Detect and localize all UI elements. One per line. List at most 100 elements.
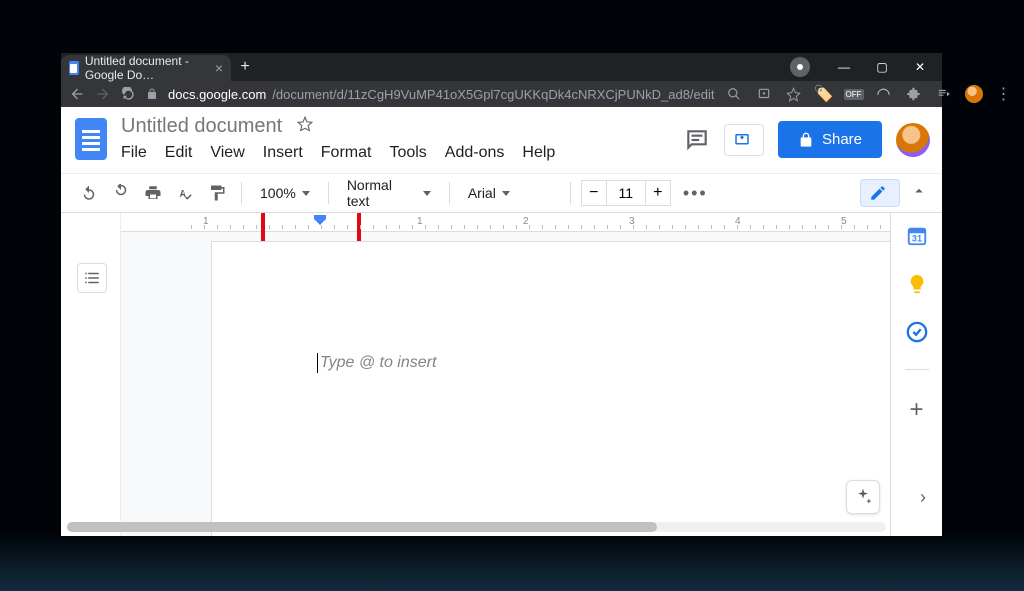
horizontal-scrollbar[interactable] (67, 522, 886, 532)
more-toolbar-button[interactable]: ••• (675, 183, 716, 204)
increase-font-size-button[interactable]: + (645, 180, 671, 206)
keep-app-icon[interactable] (906, 273, 928, 295)
document-page[interactable] (211, 241, 890, 536)
horizontal-ruler[interactable]: 1 1 2 3 4 5 (121, 213, 890, 232)
reading-list-icon[interactable] (935, 85, 953, 103)
style-value: Normal text (347, 177, 417, 209)
ruler-tick (581, 225, 582, 229)
chrome-window: Untitled document - Google Do… × + — ▢ ✕… (61, 53, 942, 536)
ruler-tick (867, 225, 868, 229)
ruler-tick (659, 225, 660, 229)
ruler-tick (737, 225, 738, 229)
close-tab-icon[interactable]: × (215, 60, 223, 76)
paragraph-style-dropdown[interactable]: Normal text (339, 179, 439, 207)
ruler-tick (477, 225, 478, 229)
indent-marker-icon[interactable] (314, 215, 326, 227)
present-button[interactable] (724, 124, 764, 156)
share-button[interactable]: Share (778, 121, 882, 158)
menu-tools[interactable]: Tools (389, 144, 426, 162)
install-app-icon[interactable] (755, 85, 773, 103)
document-outline-button[interactable] (77, 263, 107, 293)
ruler-tick (282, 225, 283, 229)
document-title[interactable]: Untitled document (121, 115, 282, 138)
ruler-tick (451, 225, 452, 229)
lock-icon[interactable] (146, 85, 158, 103)
ruler-tick (698, 225, 699, 229)
menu-view[interactable]: View (210, 144, 244, 162)
editing-mode-button[interactable] (860, 179, 900, 207)
collapse-toolbar-button[interactable] (910, 182, 928, 205)
zoom-dropdown[interactable]: 100% (252, 179, 318, 207)
ruler-tick (789, 225, 790, 229)
ruler-tick (464, 225, 465, 229)
ruler-tick (399, 225, 400, 229)
explore-button[interactable] (846, 480, 880, 514)
ruler-tick (295, 225, 296, 229)
reload-button[interactable] (121, 85, 136, 103)
font-size-input[interactable]: 11 (607, 180, 645, 206)
ruler-tick (841, 225, 842, 229)
hide-side-panel-button[interactable]: › (920, 487, 926, 508)
profile-avatar-icon[interactable] (965, 85, 983, 103)
bookmark-star-icon[interactable] (785, 85, 803, 103)
menu-format[interactable]: Format (321, 144, 372, 162)
undo-button[interactable] (75, 179, 103, 207)
ruler-tick (685, 225, 686, 229)
extension-1-icon[interactable]: 🏷️ (815, 85, 833, 103)
ruler-tick (711, 225, 712, 229)
tab-strip: Untitled document - Google Do… × + — ▢ ✕ (61, 53, 942, 81)
forward-button[interactable] (95, 85, 111, 103)
font-size-control: − 11 + (581, 180, 671, 206)
maximize-button[interactable]: ▢ (864, 54, 900, 80)
ruler-tick (880, 225, 881, 229)
calendar-app-icon[interactable]: 31 (906, 225, 928, 247)
chrome-menu-icon[interactable]: ⋮ (995, 85, 1013, 103)
menu-help[interactable]: Help (522, 144, 555, 162)
get-addons-button[interactable]: + (909, 396, 923, 424)
back-button[interactable] (69, 85, 85, 103)
menu-addons[interactable]: Add-ons (445, 144, 505, 162)
ruler-tick (516, 225, 517, 229)
ruler-tick (490, 225, 491, 229)
new-tab-button[interactable]: + (231, 53, 259, 81)
account-avatar-icon[interactable] (896, 123, 930, 157)
desktop-reflection (0, 531, 1024, 591)
spellcheck-button[interactable] (171, 179, 199, 207)
svg-text:31: 31 (911, 234, 921, 244)
extensions-menu-icon[interactable] (905, 85, 923, 103)
browser-tab[interactable]: Untitled document - Google Do… × (61, 55, 231, 81)
address-bar-actions: 🏷️ OFF ◠ ⋮ (725, 85, 1013, 103)
ruler-tick (412, 225, 413, 229)
star-icon[interactable] (296, 115, 314, 138)
ruler-tick (724, 225, 725, 229)
menu-file[interactable]: File (121, 144, 147, 162)
comment-history-button[interactable] (684, 127, 710, 153)
ruler-tick (373, 225, 374, 229)
media-control-icon[interactable] (790, 57, 810, 77)
menu-edit[interactable]: Edit (165, 144, 193, 162)
url-path: /document/d/11zCgH9VuMP41oX5Gpl7cgUKKqDk… (272, 87, 714, 102)
url-field[interactable]: docs.google.com/document/d/11zCgH9VuMP41… (168, 87, 715, 102)
minimize-button[interactable]: — (826, 54, 862, 80)
ruler-tick (555, 225, 556, 229)
ruler-tick (438, 225, 439, 229)
extension-3-icon[interactable]: ◠ (875, 85, 893, 103)
print-button[interactable] (139, 179, 167, 207)
ruler-tick (386, 225, 387, 229)
close-window-button[interactable]: ✕ (902, 54, 938, 80)
decrease-font-size-button[interactable]: − (581, 180, 607, 206)
font-family-dropdown[interactable]: Arial (460, 179, 560, 207)
docs-logo-icon[interactable] (73, 115, 109, 163)
ruler-tick (334, 225, 335, 229)
redo-button[interactable] (107, 179, 135, 207)
paint-format-button[interactable] (203, 179, 231, 207)
zoom-page-icon[interactable] (725, 85, 743, 103)
tasks-app-icon[interactable] (906, 321, 928, 343)
extension-2-icon[interactable]: OFF (845, 85, 863, 103)
zoom-value: 100% (260, 185, 296, 201)
menu-insert[interactable]: Insert (263, 144, 303, 162)
ruler-tick (568, 225, 569, 229)
ruler-tick (646, 225, 647, 229)
ruler-tick (828, 225, 829, 229)
toolbar-separator (328, 182, 329, 204)
